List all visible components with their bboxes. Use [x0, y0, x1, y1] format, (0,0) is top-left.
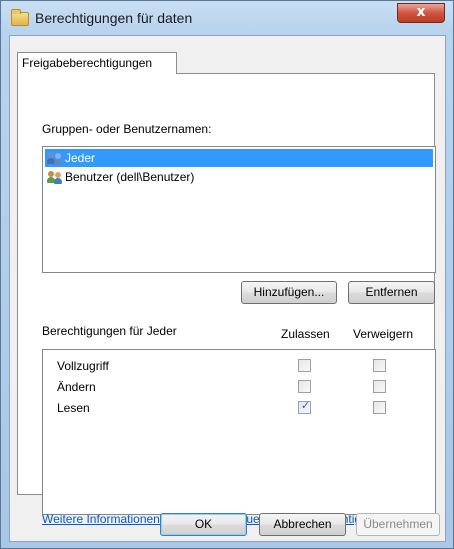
- list-item-benutzer[interactable]: Benutzer (dell\Benutzer): [45, 168, 433, 186]
- list-item-label: Benutzer (dell\Benutzer): [65, 170, 195, 184]
- permission-label: Vollzugriff: [57, 359, 109, 373]
- allow-column-header: Zulassen: [281, 327, 330, 341]
- permission-label: Lesen: [57, 401, 90, 415]
- permission-label: Ändern: [57, 380, 96, 394]
- groups-label: Gruppen- oder Benutzernamen:: [42, 122, 212, 136]
- dialog-window: Berechtigungen für daten x Freigabeberec…: [0, 0, 454, 549]
- remove-button[interactable]: Entfernen: [348, 281, 435, 304]
- apply-button[interactable]: Übernehmen: [356, 513, 440, 536]
- title-bar[interactable]: Berechtigungen für daten x: [1, 1, 453, 35]
- group-user-list[interactable]: Jeder Benutzer (dell\Benutzer): [42, 146, 436, 273]
- allow-checkbox-lesen[interactable]: ✓: [298, 399, 311, 414]
- list-item-label: Jeder: [65, 151, 96, 165]
- users-icon: [47, 151, 63, 165]
- folder-icon: [11, 9, 29, 26]
- dialog-body: Freigabeberechtigungen Gruppen- oder Ben…: [9, 35, 446, 542]
- deny-checkbox-lesen[interactable]: [373, 401, 386, 414]
- allow-checkbox-aendern[interactable]: [298, 380, 311, 393]
- window-title: Berechtigungen für daten: [35, 10, 193, 26]
- users-icon: [47, 170, 63, 184]
- deny-column-header: Verweigern: [353, 327, 414, 341]
- close-button[interactable]: x: [397, 3, 445, 23]
- tab-panel: Gruppen- oder Benutzernamen: Jeder Benut…: [17, 73, 436, 526]
- tab-share-permissions[interactable]: Freigabeberechtigungen: [17, 52, 177, 74]
- allow-checkbox-vollzugriff[interactable]: [298, 359, 311, 372]
- permissions-list: Vollzugriff Ändern Lesen ✓: [42, 349, 436, 515]
- deny-checkbox-aendern[interactable]: [373, 380, 386, 393]
- add-button[interactable]: Hinzufügen...: [241, 281, 337, 304]
- permissions-heading: Berechtigungen für Jeder: [42, 324, 177, 338]
- cancel-button[interactable]: Abbrechen: [259, 513, 346, 536]
- list-item-jeder[interactable]: Jeder: [45, 149, 433, 167]
- ok-button[interactable]: OK: [160, 513, 247, 536]
- deny-checkbox-vollzugriff[interactable]: [373, 359, 386, 372]
- checkmark-icon: ✓: [300, 399, 311, 412]
